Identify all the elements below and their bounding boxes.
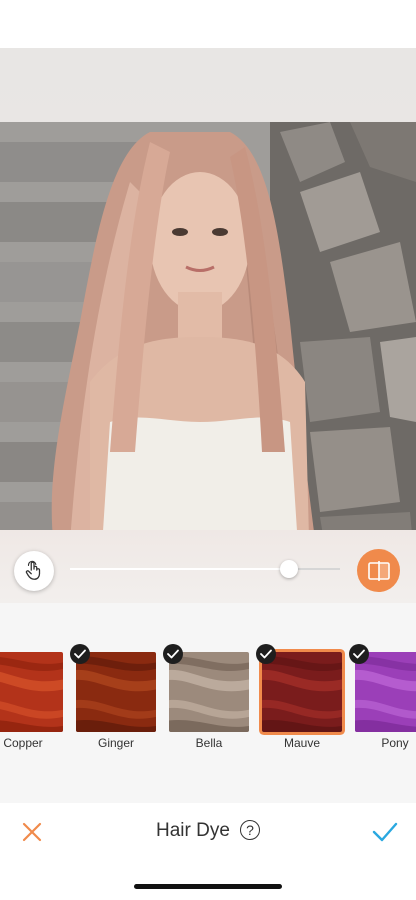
swatch-bella[interactable]: [169, 652, 249, 732]
swatch-texture: [76, 652, 156, 732]
checkmark-icon: [372, 822, 398, 842]
swatch-texture: [262, 652, 342, 732]
swatch-ginger[interactable]: [76, 652, 156, 732]
help-circle-icon[interactable]: ?: [240, 820, 260, 840]
swatch-texture: [0, 652, 63, 732]
checkmark-badge-icon: [349, 644, 369, 664]
slider-thumb[interactable]: [280, 560, 298, 578]
swatch-label: Mauve: [283, 736, 321, 750]
slider-fill: [70, 568, 289, 570]
swatch-texture: [169, 652, 249, 732]
checkmark-badge-icon: [70, 644, 90, 664]
checkmark-badge-icon: [256, 644, 276, 664]
compare-button[interactable]: [357, 549, 400, 592]
close-icon: [22, 822, 42, 842]
swatch-pony[interactable]: [355, 652, 416, 732]
edited-photo[interactable]: [0, 122, 416, 578]
swatch-label: Ginger: [97, 736, 135, 750]
cancel-button[interactable]: [18, 818, 46, 846]
compare-split-icon: [367, 560, 390, 581]
hand-pointer-icon: [25, 560, 41, 580]
swatch-copper[interactable]: [0, 652, 63, 732]
status-bar-area: [0, 0, 416, 48]
tool-title: Hair Dye: [156, 820, 230, 841]
checkmark-badge-icon: [163, 644, 183, 664]
photo-illustration: [0, 122, 416, 578]
swatch-label: Bella: [195, 736, 223, 750]
swatch-label: Pony: [381, 736, 409, 750]
swatch-label: Copper: [3, 736, 43, 750]
apply-button[interactable]: [370, 817, 400, 847]
adjust-controls: [0, 530, 416, 603]
home-indicator: [134, 884, 282, 889]
intensity-slider[interactable]: [70, 560, 340, 578]
photo-preview-area: 81: [0, 48, 416, 603]
swatch-mauve[interactable]: [262, 652, 342, 732]
brush-mode-button[interactable]: [14, 551, 54, 591]
swatch-texture: [355, 652, 416, 732]
